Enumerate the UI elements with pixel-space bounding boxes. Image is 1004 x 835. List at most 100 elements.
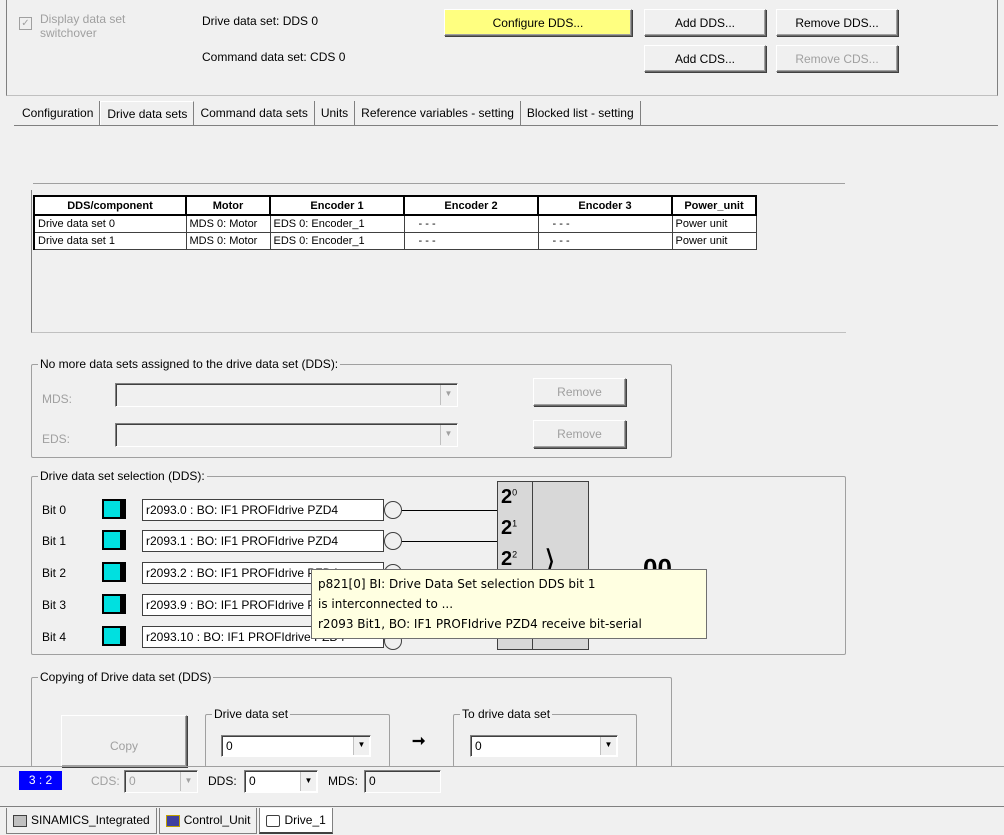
eds-label: EDS:	[42, 432, 71, 446]
bit-label: Bit 3	[42, 598, 67, 612]
tab-label: SINAMICS_Integrated	[31, 813, 150, 827]
switchover-checkbox[interactable]: ✓	[19, 17, 32, 30]
table-header: DDS/component	[33, 195, 187, 216]
connector-icon[interactable]	[102, 562, 126, 582]
bottom-tab-line	[0, 806, 1004, 807]
mds-label: MDS:	[42, 392, 72, 406]
mds-status-field: 0	[364, 770, 441, 793]
connector-icon[interactable]	[102, 626, 126, 646]
tooltip-line: r2093 Bit1, BO: IF1 PROFIdrive PZD4 rece…	[318, 617, 642, 631]
tab-drive-data-sets[interactable]: Drive data sets	[100, 101, 195, 125]
bit-weight: 22	[501, 548, 517, 571]
connector-icon[interactable]	[102, 499, 126, 519]
connector-icon[interactable]	[102, 594, 126, 614]
switchover-label: Display data set switchover	[40, 12, 126, 40]
bit-source-field[interactable]: r2093.1 : BO: IF1 PROFIdrive PZD4	[142, 530, 384, 552]
configure-dds-button[interactable]: Configure DDS...	[444, 9, 632, 36]
chevron-down-icon: ▼	[440, 425, 456, 445]
mds-select[interactable]: ▼	[115, 383, 458, 407]
bit-label: Bit 0	[42, 503, 67, 517]
power-exponent: 1	[512, 518, 518, 529]
table-cell[interactable]: - - -	[537, 214, 673, 233]
table-header: Motor	[185, 195, 271, 216]
copying-title: Copying of Drive data set (DDS)	[38, 670, 214, 684]
table-header: Encoder 1	[269, 195, 405, 216]
table-cell[interactable]: - - -	[403, 214, 539, 233]
table-row[interactable]: Drive data set 1 MDS 0: Motor EDS 0: Enc…	[33, 231, 757, 250]
cds-value: 0	[129, 774, 136, 788]
dds-label: DDS:	[208, 774, 237, 788]
table-cell[interactable]: MDS 0: Motor	[185, 231, 271, 250]
power-base: 2	[501, 517, 513, 539]
table-cell[interactable]: EDS 0: Encoder_1	[269, 214, 405, 233]
table-header: Encoder 3	[537, 195, 673, 216]
from-dds-value: 0	[226, 739, 233, 753]
from-dds-select[interactable]: 0 ▼	[221, 735, 371, 757]
eds-select[interactable]: ▼	[115, 423, 458, 447]
remove-mds-button[interactable]: Remove	[533, 378, 626, 406]
table-cell[interactable]: EDS 0: Encoder_1	[269, 231, 405, 250]
cds-select[interactable]: 0 ▼	[124, 770, 198, 793]
tab-sinamics-integrated[interactable]: SINAMICS_Integrated	[6, 808, 157, 834]
chevron-down-icon: ▼	[300, 772, 316, 791]
power-base: 2	[501, 486, 513, 508]
tooltip-line: p821[0] BI: Drive Data Set selection DDS…	[318, 577, 596, 591]
tab-reference-variables[interactable]: Reference variables - setting	[355, 101, 521, 125]
copy-button[interactable]: Copy	[61, 715, 187, 767]
interconnection-tooltip: p821[0] BI: Drive Data Set selection DDS…	[311, 569, 707, 639]
table-row[interactable]: Drive data set 0 MDS 0: Motor EDS 0: Enc…	[33, 214, 757, 233]
control-unit-icon	[165, 814, 180, 827]
table-cell[interactable]: Power unit	[671, 231, 757, 250]
to-dds-title: To drive data set	[460, 707, 553, 721]
table-header: Power_unit	[671, 195, 757, 216]
power-exponent: 0	[512, 487, 518, 498]
tab-drive-1[interactable]: Drive_1	[259, 808, 333, 834]
remove-eds-button[interactable]: Remove	[533, 420, 626, 448]
bit-label: Bit 1	[42, 534, 67, 548]
table-cell[interactable]: Power unit	[671, 214, 757, 233]
chevron-down-icon: ▼	[600, 737, 616, 755]
remove-dds-button[interactable]: Remove DDS...	[776, 9, 898, 36]
dds-table: DDS/component Motor Encoder 1 Encoder 2 …	[33, 195, 757, 250]
tab-command-data-sets[interactable]: Command data sets	[194, 101, 315, 125]
table-header-row: DDS/component Motor Encoder 1 Encoder 2 …	[33, 195, 757, 216]
dds-select[interactable]: 0 ▼	[244, 770, 318, 793]
to-dds-select[interactable]: 0 ▼	[470, 735, 618, 757]
power-base: 2	[501, 548, 513, 570]
bit-label: Bit 4	[42, 630, 67, 644]
mds-status-value: 0	[369, 774, 376, 788]
chevron-down-icon: ▼	[353, 737, 369, 755]
table-cell[interactable]: - - -	[537, 231, 673, 250]
selection-title: Drive data set selection (DDS):	[38, 469, 207, 483]
dds-value: 0	[249, 774, 256, 788]
table-divider	[33, 183, 845, 184]
bit-source-field[interactable]: r2093.0 : BO: IF1 PROFIdrive PZD4	[142, 499, 384, 521]
position-indicator: 3 : 2	[19, 771, 62, 790]
tab-blocked-list[interactable]: Blocked list - setting	[521, 101, 641, 125]
add-cds-button[interactable]: Add CDS...	[644, 45, 766, 72]
connector-icon[interactable]	[102, 530, 126, 550]
tab-units[interactable]: Units	[315, 101, 356, 125]
status-lamp-icon	[384, 532, 402, 550]
power-exponent: 2	[512, 549, 518, 560]
tab-label: Drive_1	[284, 813, 326, 827]
status-lamp-icon	[384, 501, 402, 519]
to-dds-value: 0	[475, 739, 482, 753]
tab-strip: Configuration Drive data sets Command da…	[16, 101, 641, 125]
cds-label: CDS:	[91, 774, 120, 788]
drive-axis-icon	[266, 814, 281, 827]
table-cell[interactable]: MDS 0: Motor	[185, 214, 271, 233]
command-data-set-label: Command data set: CDS 0	[202, 50, 346, 64]
remove-cds-button[interactable]: Remove CDS...	[776, 45, 898, 72]
drive-unit-icon	[13, 814, 27, 827]
tab-control-unit[interactable]: Control_Unit	[158, 808, 258, 834]
from-dds-title: Drive data set	[212, 707, 291, 721]
signal-wire	[402, 541, 500, 542]
table-cell[interactable]: Drive data set 1	[33, 231, 187, 250]
tooltip-line: is interconnected to ...	[318, 597, 454, 611]
add-dds-button[interactable]: Add DDS...	[644, 9, 766, 36]
tab-configuration[interactable]: Configuration	[16, 101, 101, 125]
table-cell[interactable]: - - -	[403, 231, 539, 250]
chevron-down-icon: ▼	[440, 385, 456, 405]
table-cell[interactable]: Drive data set 0	[33, 214, 187, 233]
